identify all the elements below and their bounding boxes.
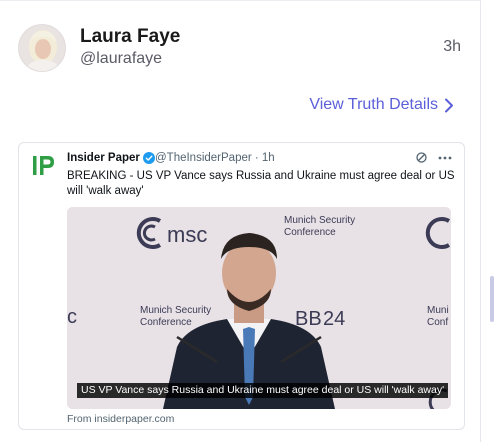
divider <box>0 0 481 1</box>
source-logo-icon <box>32 153 58 179</box>
source-name[interactable]: Insider Paper <box>67 152 155 164</box>
svg-text:Conference: Conference <box>284 227 336 238</box>
display-name[interactable]: Laura Faye <box>80 26 180 48</box>
svg-text:Munich Security: Munich Security <box>140 305 211 316</box>
source-handle[interactable]: @TheInsiderPaper · 1h <box>155 152 275 164</box>
edition-label: 24 <box>323 308 345 330</box>
svg-text:Conference: Conference <box>140 317 192 328</box>
source-domain-link[interactable]: From insiderpaper.com <box>67 413 174 425</box>
view-truth-details-label: View Truth Details <box>309 96 438 113</box>
embed-media-image[interactable]: msc Munich Security Conference Munich Se… <box>67 207 451 409</box>
verified-badge-icon <box>142 152 155 164</box>
embed-text: BREAKING - US VP Vance says Russia and U… <box>67 170 455 197</box>
video-caption: US VP Vance says Russia and Ukraine must… <box>77 383 449 398</box>
embedded-tweet-card[interactable]: Insider Paper @TheInsiderPaper · 1h BREA… <box>18 142 465 430</box>
share-icon[interactable] <box>415 151 428 164</box>
msc-backdrop-logo: msc <box>167 222 207 247</box>
svg-text:Munich Security: Munich Security <box>284 215 355 226</box>
chevron-right-icon <box>445 98 453 112</box>
source-name-label: Insider Paper <box>67 152 140 164</box>
embed-tools <box>415 151 452 164</box>
more-icon[interactable] <box>438 156 452 160</box>
scrollbar-thumb[interactable] <box>490 276 494 322</box>
svg-text:Conf: Conf <box>427 317 448 328</box>
user-handle[interactable]: @laurafaye <box>80 50 162 68</box>
svg-text:c: c <box>67 306 77 328</box>
avatar-image <box>19 25 65 71</box>
avatar[interactable] <box>18 24 66 72</box>
svg-text:BB: BB <box>295 308 322 330</box>
truth-post-card: Laura Faye @laurafaye 3h View Truth Deta… <box>0 0 481 442</box>
svg-text:Muni: Muni <box>427 305 449 316</box>
conference-photo: msc Munich Security Conference Munich Se… <box>67 207 451 409</box>
post-timestamp: 3h <box>443 38 461 55</box>
view-truth-details-link[interactable]: View Truth Details <box>309 96 454 114</box>
